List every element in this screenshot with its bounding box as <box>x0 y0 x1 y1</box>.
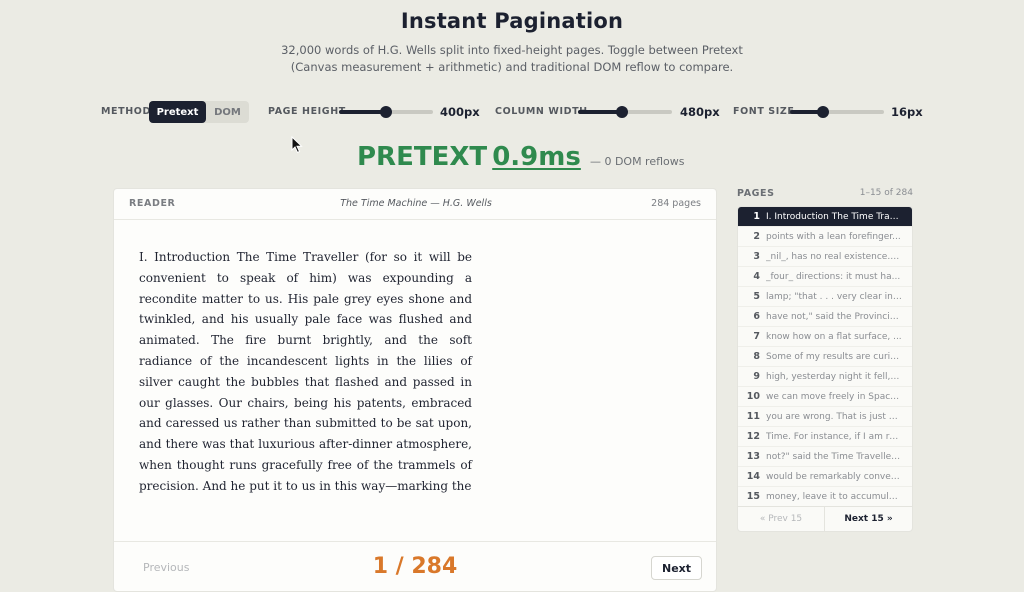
page-list-item[interactable]: 11 you are wrong. That is just w... <box>738 407 912 427</box>
page-list-item[interactable]: 12 Time. For instance, if I am rec... <box>738 427 912 447</box>
page-number: 4 <box>753 271 760 282</box>
page-snippet: have not," said the Provincial ... <box>766 311 902 322</box>
column-width-label: COLUMN WIDTH <box>495 106 588 117</box>
slider-thumb[interactable] <box>616 106 629 118</box>
page-content: I. Introduction The Time Traveller (for … <box>139 250 472 493</box>
page-snippet: know how on a flat surface, ... <box>766 331 902 342</box>
page-list-item[interactable]: 8 Some of my results are curio... <box>738 347 912 367</box>
method-pretext-button[interactable]: Pretext <box>149 101 206 123</box>
page-snippet: I. Introduction The Time Travel... <box>766 211 902 222</box>
page-list-item[interactable]: 4 _four_ directions: it must ha... <box>738 267 912 287</box>
prev-15-button[interactable]: « Prev 15 <box>738 507 825 531</box>
page-number: 11 <box>746 411 760 422</box>
metric-reflow-note: — 0 DOM reflows <box>589 155 685 168</box>
page-list-item[interactable]: 1 I. Introduction The Time Travel... <box>738 207 912 227</box>
next-button[interactable]: Next <box>651 556 702 580</box>
page-number: 1 <box>753 211 760 222</box>
page-snippet: _four_ directions: it must ha... <box>766 271 901 282</box>
page-list-item[interactable]: 2 points with a lean forefinger... <box>738 227 912 247</box>
page-snippet: lamp; "that . . . very clear inde... <box>766 291 902 302</box>
page-snippet: high, yesterday night it fell, t... <box>766 371 902 382</box>
page-number: 8 <box>753 351 760 362</box>
page-list-item[interactable]: 15 money, leave it to accumulat... <box>738 487 912 507</box>
page-number: 5 <box>753 291 760 302</box>
next-15-button[interactable]: Next 15 » <box>825 507 912 531</box>
column-width-value: 480px <box>680 105 720 119</box>
page-height-value: 400px <box>440 105 480 119</box>
subtitle-line-1: 32,000 words of H.G. Wells split into fi… <box>281 43 743 57</box>
page-list: 1 I. Introduction The Time Travel... 2 poin… <box>737 206 913 532</box>
page-snippet: money, leave it to accumulat... <box>766 491 902 502</box>
metric-method-label: PRETEXT <box>357 142 488 172</box>
page-snippet: Time. For instance, if I am rec... <box>766 431 902 442</box>
page-number: 3 <box>753 251 760 262</box>
reader-panel: READER The Time Machine — H.G. Wells 284… <box>113 188 717 592</box>
page-title: Instant Pagination <box>400 9 624 33</box>
page-number: 2 <box>753 231 760 242</box>
reader-footer: Previous 1 / 284 Next <box>114 541 716 592</box>
book-title: The Time Machine — H.G. Wells <box>340 198 492 209</box>
page-list-item[interactable]: 10 we can move freely in Space... <box>738 387 912 407</box>
mouse-pointer-icon <box>291 136 303 154</box>
page-snippet: we can move freely in Space... <box>766 391 902 402</box>
slider-thumb[interactable] <box>816 106 829 118</box>
column-width-slider[interactable] <box>578 106 672 118</box>
font-size-slider[interactable] <box>790 106 884 118</box>
page-snippet: Some of my results are curio... <box>766 351 902 362</box>
page-number: 9 <box>753 371 760 382</box>
page-list-item[interactable]: 9 high, yesterday night it fell, t... <box>738 367 912 387</box>
font-size-value: 16px <box>891 105 923 119</box>
page-snippet: you are wrong. That is just w... <box>766 411 902 422</box>
page-height-label: PAGE HEIGHT <box>268 106 346 117</box>
page-number: 13 <box>746 451 760 462</box>
page-number: 14 <box>746 471 760 482</box>
page-list-item[interactable]: 3 _nil_, has no real existence. T... <box>738 247 912 267</box>
page-height-slider[interactable] <box>339 106 433 118</box>
page-number: 6 <box>753 311 760 322</box>
page-counter: 1 / 284 <box>372 554 458 579</box>
slider-fill <box>339 110 386 114</box>
method-toggle[interactable]: Pretext DOM <box>149 101 249 123</box>
page-snippet: would be remarkably conveni... <box>766 471 902 482</box>
page-number: 12 <box>746 431 760 442</box>
page-total: 284 pages <box>651 198 701 209</box>
method-label: METHOD <box>101 106 151 117</box>
page-snippet: not?" said the Time Traveller. ... <box>766 451 902 462</box>
page-list-item[interactable]: 14 would be remarkably conveni... <box>738 467 912 487</box>
metric-time-value: 0.9ms <box>492 142 581 172</box>
reader-header: READER The Time Machine — H.G. Wells 284… <box>114 189 716 220</box>
page-list-item[interactable]: 7 know how on a flat surface, ... <box>738 327 912 347</box>
page-snippet: points with a lean forefinger... <box>766 231 901 242</box>
subtitle-line-2: (Canvas measurement + arithmetic) and tr… <box>290 60 734 74</box>
page-snippet: _nil_, has no real existence. T... <box>766 251 902 262</box>
page-subtitle: 32,000 words of H.G. Wells split into fi… <box>262 42 762 76</box>
page-list-footer: « Prev 15 Next 15 » <box>738 506 912 531</box>
page-list-item[interactable]: 6 have not," said the Provincial ... <box>738 307 912 327</box>
page-list-item[interactable]: 5 lamp; "that . . . very clear inde... <box>738 287 912 307</box>
pages-range: 1–15 of 284 <box>859 188 913 198</box>
page-list-item[interactable]: 13 not?" said the Time Traveller. ... <box>738 447 912 467</box>
slider-thumb[interactable] <box>380 106 392 118</box>
method-dom-button[interactable]: DOM <box>206 101 249 123</box>
page-number: 10 <box>746 391 760 402</box>
page-number: 15 <box>746 491 760 502</box>
timing-metric: PRETEXT 0.9ms — 0 DOM reflows <box>357 142 685 172</box>
font-size-label: FONT SIZE <box>733 106 795 117</box>
page-number: 7 <box>753 331 760 342</box>
